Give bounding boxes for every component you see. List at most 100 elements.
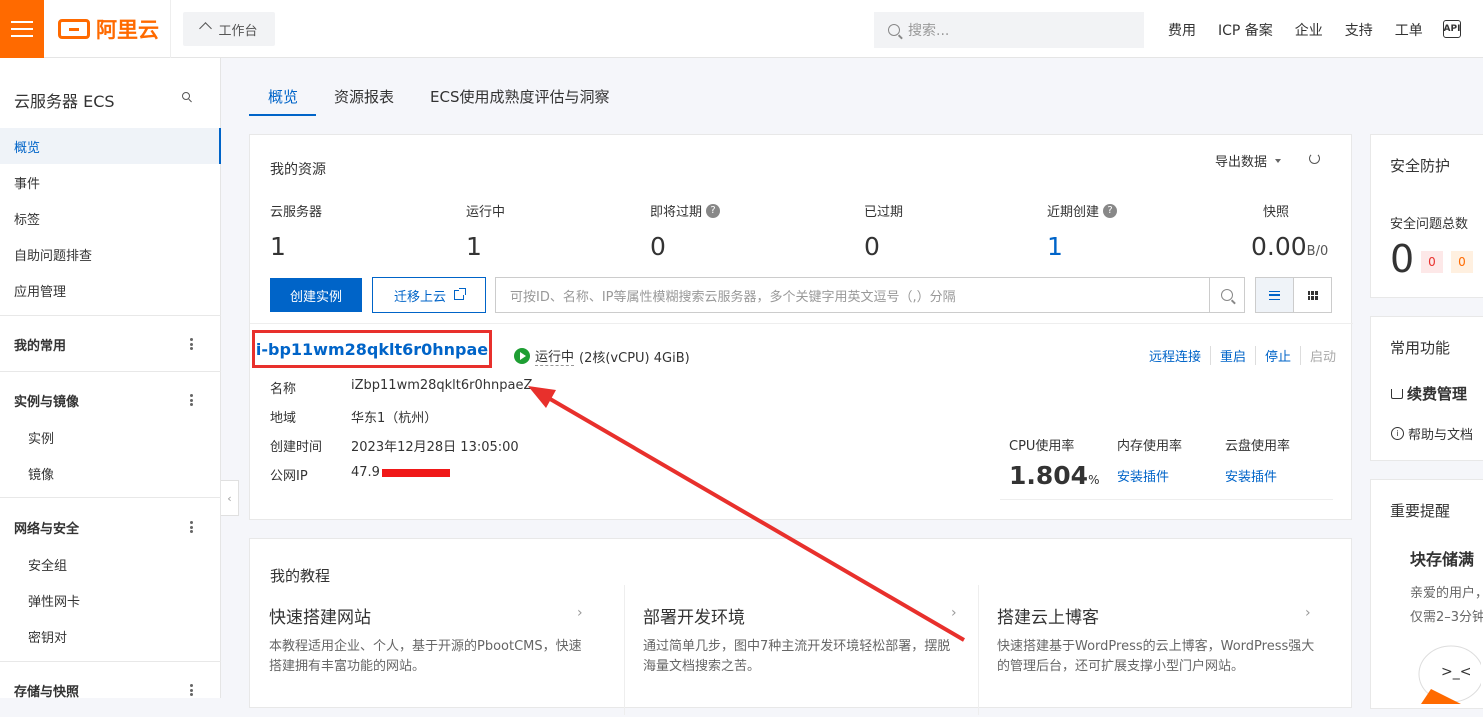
install-plugin-disk-link[interactable]: 安装插件 bbox=[1225, 466, 1277, 485]
tutorial-desc: 快速搭建基于WordPress的云上博客，WordPress强大的管理后台，还可… bbox=[997, 639, 1315, 674]
sidebar-item-images[interactable]: 镜像 bbox=[0, 455, 221, 491]
tab-resource-report[interactable]: 资源报表 bbox=[316, 80, 412, 116]
security-card: 安全防护 安全问题总数 0 0 0 bbox=[1370, 134, 1483, 298]
sidebar-search-icon[interactable] bbox=[182, 92, 190, 100]
sidebar-item-eni[interactable]: 弹性网卡 bbox=[0, 582, 221, 618]
global-search-input[interactable]: 搜索... bbox=[874, 12, 1144, 48]
sidebar-item-security-groups[interactable]: 安全组 bbox=[0, 546, 221, 582]
grid-icon bbox=[1307, 290, 1318, 300]
security-badge-medium[interactable]: 0 bbox=[1451, 251, 1473, 273]
sidebar-item-troubleshoot[interactable]: 自助问题排查 bbox=[0, 236, 221, 272]
more-icon[interactable] bbox=[190, 338, 193, 350]
top-link-tickets[interactable]: 工单 bbox=[1395, 20, 1423, 40]
tutorial-desc: 本教程适用企业、个人，基于开源的PbootCMS，快速搭建拥有丰富功能的网站。 bbox=[269, 639, 582, 674]
sidebar-item-key-pairs[interactable]: 密钥对 bbox=[0, 618, 221, 654]
grid-view-toggle[interactable] bbox=[1293, 277, 1332, 313]
stat-expired[interactable]: 已过期 0 bbox=[864, 201, 903, 261]
list-view-toggle[interactable] bbox=[1255, 277, 1294, 313]
cpu-usage-unit: % bbox=[1088, 473, 1100, 487]
sidebar-item-label: 密钥对 bbox=[28, 630, 68, 646]
sidebar-item-overview[interactable]: 概览 bbox=[0, 128, 221, 164]
public-ip-text: 47.9 bbox=[351, 465, 380, 480]
stat-label: 运行中 bbox=[466, 205, 506, 220]
sidebar-item-app-mgmt[interactable]: 应用管理 bbox=[0, 272, 221, 308]
aliyun-logo[interactable]: 阿里云 bbox=[58, 16, 159, 42]
help-icon[interactable]: ? bbox=[706, 203, 721, 218]
install-plugin-memory-link[interactable]: 安装插件 bbox=[1117, 466, 1169, 485]
stat-expiring-soon[interactable]: 即将过期? 0 bbox=[650, 201, 721, 261]
tutorial-build-website[interactable]: 快速搭建网站 › 本教程适用企业、个人，基于开源的PbootCMS，快速搭建拥有… bbox=[250, 597, 585, 717]
top-link-icp[interactable]: ICP 备案 bbox=[1218, 20, 1273, 40]
brand-name: 阿里云 bbox=[96, 18, 159, 42]
sidebar-item-label: 实例 bbox=[28, 431, 55, 447]
migrate-to-cloud-button[interactable]: 迁移上云 bbox=[372, 277, 486, 313]
more-icon[interactable] bbox=[190, 684, 193, 696]
mascot-icon: >_< bbox=[1418, 645, 1481, 704]
menu-icon[interactable] bbox=[0, 0, 44, 58]
api-icon[interactable]: API bbox=[1443, 20, 1461, 38]
renewal-label: 续费管理 bbox=[1407, 385, 1468, 403]
tab-overview[interactable]: 概览 bbox=[249, 80, 317, 116]
help-docs-label: 帮助与文档 bbox=[1408, 428, 1474, 443]
sidebar-item-instances[interactable]: 实例 bbox=[0, 419, 221, 455]
remote-connect-link[interactable]: 远程连接 bbox=[1140, 346, 1212, 365]
instance-search-placeholder: 可按ID、名称、IP等属性模糊搜索云服务器，多个关键字用英文逗号（,）分隔 bbox=[510, 289, 956, 305]
tab-maturity-assessment[interactable]: ECS使用成熟度评估与洞察 bbox=[412, 80, 627, 116]
sidebar-item-events[interactable]: 事件 bbox=[0, 164, 221, 200]
stop-link[interactable]: 停止 bbox=[1256, 346, 1302, 365]
tutorial-dev-environment[interactable]: 部署开发环境 › 通过简单几步，图中7种主流开发环境轻松部署，摆脱海量文档搜索之… bbox=[624, 597, 959, 717]
sidebar-item-tags[interactable]: 标签 bbox=[0, 200, 221, 236]
reminder-headline[interactable]: 块存储满 bbox=[1410, 546, 1474, 570]
field-value-created: 2023年12月28日 13:05:00 bbox=[351, 440, 519, 455]
security-issues-total[interactable]: 0 bbox=[1390, 237, 1414, 281]
more-icon[interactable] bbox=[190, 521, 193, 533]
main-tabs: 概览 资源报表 ECS使用成熟度评估与洞察 bbox=[249, 80, 628, 116]
stat-recently-created[interactable]: 近期创建? 1 bbox=[1047, 201, 1118, 261]
export-data-dropdown[interactable]: 导出数据 bbox=[1215, 151, 1282, 170]
field-label-name: 名称 bbox=[270, 382, 297, 397]
search-icon bbox=[1221, 289, 1233, 301]
svg-text:>_<: >_< bbox=[1441, 664, 1471, 680]
sidebar-title: 云服务器 ECS bbox=[14, 92, 115, 111]
sidebar-group-favorites[interactable]: 我的常用 bbox=[0, 326, 221, 362]
export-data-label: 导出数据 bbox=[1215, 155, 1268, 170]
top-link-enterprise[interactable]: 企业 bbox=[1295, 20, 1323, 40]
top-link-support[interactable]: 支持 bbox=[1345, 20, 1373, 40]
help-icon[interactable]: ? bbox=[1103, 203, 1118, 218]
my-resources-title: 我的资源 bbox=[270, 162, 326, 178]
restart-link[interactable]: 重启 bbox=[1211, 346, 1257, 365]
instance-search-input[interactable]: 可按ID、名称、IP等属性模糊搜索云服务器，多个关键字用英文逗号（,）分隔 bbox=[495, 277, 1210, 313]
reminder-line-1: 亲爱的用户， bbox=[1410, 586, 1483, 601]
stat-label-text: 即将过期 bbox=[650, 205, 703, 220]
sidebar-group-instances-images[interactable]: 实例与镜像 bbox=[0, 382, 221, 418]
refresh-icon[interactable] bbox=[1309, 153, 1320, 164]
instance-search-button[interactable] bbox=[1209, 277, 1245, 313]
create-instance-button[interactable]: 创建实例 bbox=[270, 278, 362, 312]
help-docs-link[interactable]: i 帮助与文档 bbox=[1391, 424, 1473, 443]
top-link-fees[interactable]: 费用 bbox=[1168, 20, 1196, 40]
sidebar-item-label: 标签 bbox=[14, 212, 41, 228]
more-icon[interactable] bbox=[190, 394, 193, 406]
list-icon bbox=[1269, 290, 1280, 300]
instance-id-link[interactable]: i-bp11wm28qklt6r0hnpae bbox=[252, 330, 492, 368]
collapse-sidebar-icon[interactable]: ‹ bbox=[221, 480, 239, 516]
stat-total-servers[interactable]: 云服务器 1 bbox=[270, 201, 322, 261]
stat-value: 1 bbox=[1047, 232, 1063, 261]
sidebar-group-label: 存储与快照 bbox=[14, 684, 80, 700]
sidebar-item-label: 镜像 bbox=[28, 467, 55, 483]
memory-usage-label: 内存使用率 bbox=[1117, 439, 1183, 454]
stat-running[interactable]: 运行中 1 bbox=[466, 201, 505, 261]
sidebar-item-label: 自助问题排查 bbox=[14, 248, 93, 264]
tutorial-desc: 通过简单几步，图中7种主流开发环境轻松部署，摆脱海量文档搜索之苦。 bbox=[643, 639, 951, 674]
security-badge-high[interactable]: 0 bbox=[1421, 251, 1443, 273]
common-functions-card: 常用功能 续费管理 i 帮助与文档 bbox=[1370, 316, 1483, 461]
global-search-placeholder: 搜索... bbox=[908, 23, 950, 39]
sidebar-item-label: 弹性网卡 bbox=[28, 594, 81, 610]
workbench-button[interactable]: 工作台 bbox=[183, 12, 275, 46]
stat-snapshots[interactable]: 快照 0.00B/0 bbox=[1251, 201, 1328, 261]
tutorial-cloud-blog[interactable]: 搭建云上博客 › 快速搭建基于WordPress的云上博客，WordPress强… bbox=[978, 597, 1314, 717]
cart-icon bbox=[1391, 388, 1403, 399]
sidebar-group-network-security[interactable]: 网络与安全 bbox=[0, 509, 221, 545]
renewal-link[interactable]: 续费管理 bbox=[1391, 383, 1467, 404]
sidebar-group-storage-snapshots[interactable]: 存储与快照 bbox=[0, 672, 221, 708]
